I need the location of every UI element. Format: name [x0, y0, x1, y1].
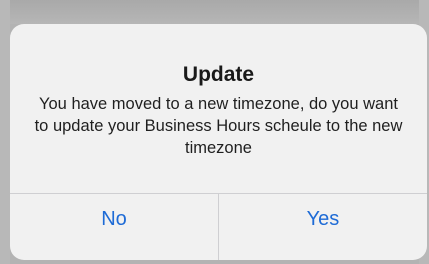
yes-button[interactable]: Yes [219, 194, 427, 260]
no-button-label: No [101, 207, 127, 230]
alert-content: Update You have moved to a new timezone,… [10, 24, 427, 193]
dimmed-background [0, 0, 429, 24]
alert-title: Update [182, 63, 255, 86]
no-button[interactable]: No [10, 194, 219, 260]
dimmed-background-left [0, 0, 10, 264]
alert-message: You have moved to a new timezone, do you… [34, 95, 403, 157]
alert-actions: No Yes [10, 194, 427, 260]
yes-button-label: Yes [306, 207, 340, 230]
alert-dialog: Update You have moved to a new timezone,… [10, 24, 427, 260]
